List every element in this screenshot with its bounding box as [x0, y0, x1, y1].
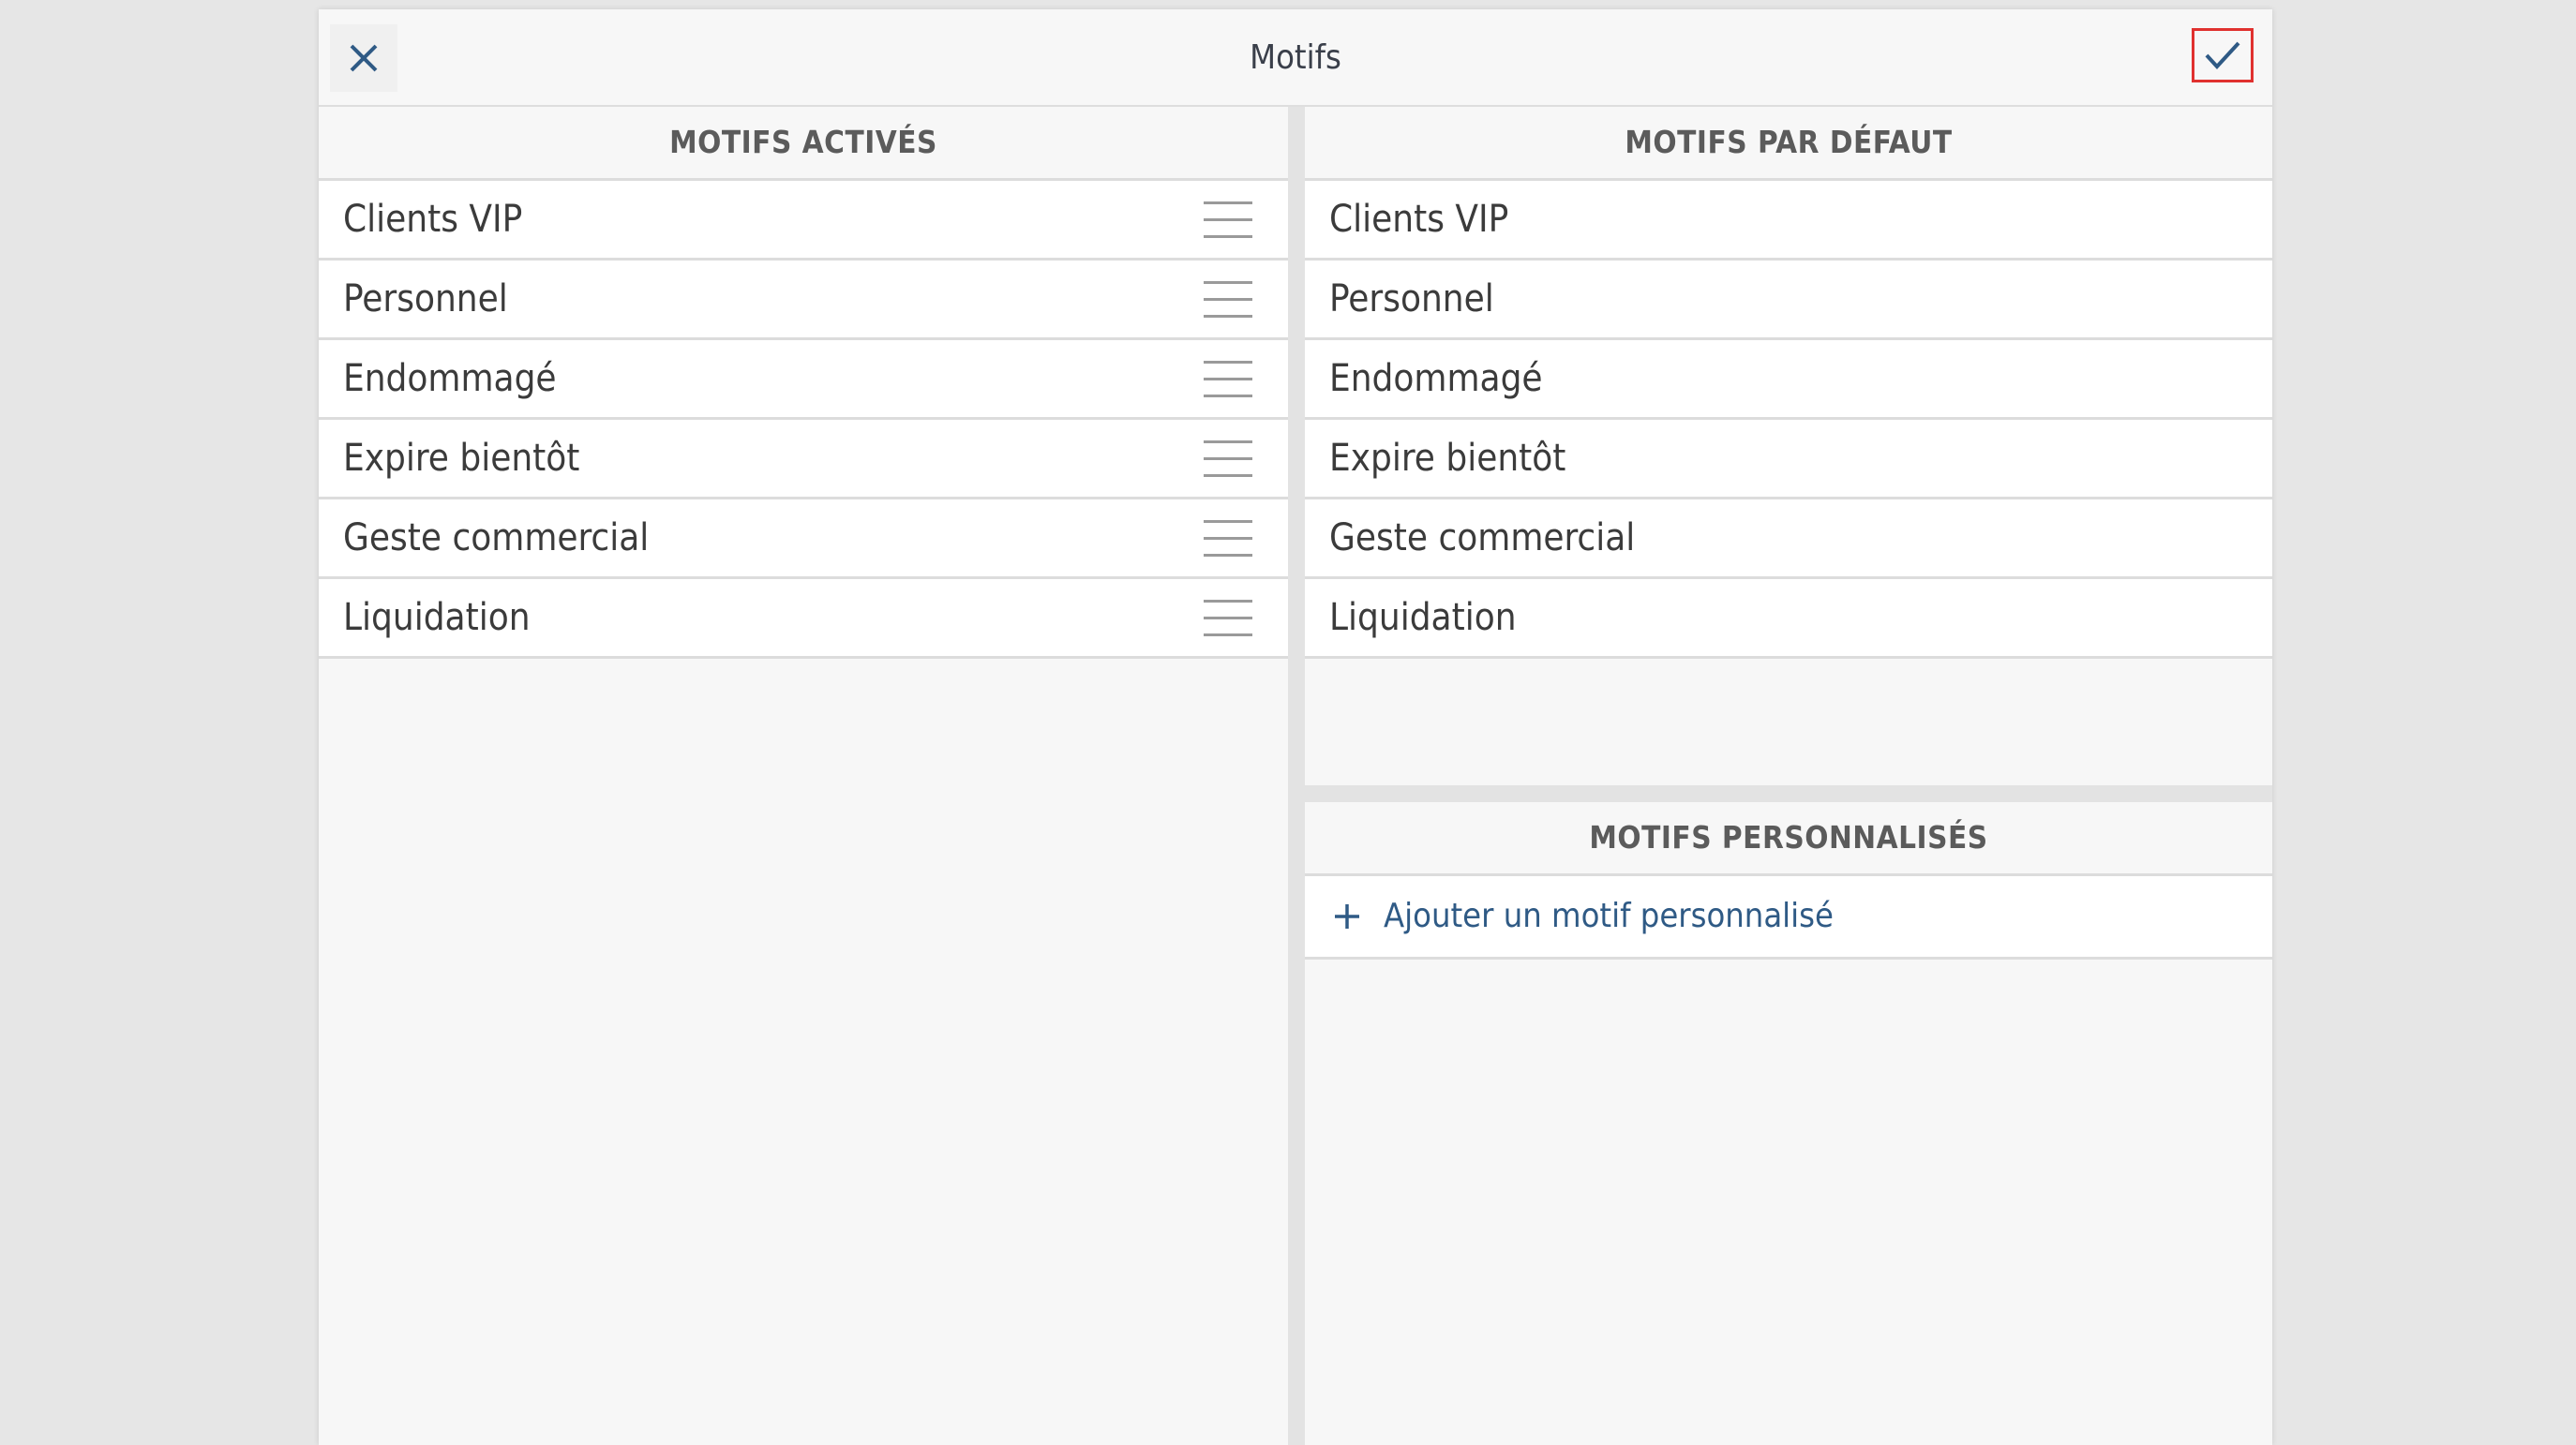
default-motif-row[interactable]: Clients VIP: [1305, 181, 2272, 261]
active-motif-row[interactable]: Endommagé: [319, 340, 1288, 420]
default-motif-row[interactable]: Endommagé: [1305, 340, 2272, 420]
drag-handle-icon[interactable]: [1204, 281, 1252, 319]
dialog-header: Motifs: [319, 9, 2272, 107]
active-motif-label: Endommagé: [343, 357, 557, 400]
drag-handle-icon[interactable]: [1204, 520, 1252, 558]
active-motif-row[interactable]: Liquidation: [319, 579, 1288, 659]
default-motifs-header: MOTIFS PAR DÉFAUT: [1305, 107, 2272, 181]
column-divider: [1288, 107, 1305, 1445]
drag-handle-icon[interactable]: [1204, 600, 1252, 637]
default-motif-label: Geste commercial: [1329, 516, 1636, 559]
active-motif-label: Clients VIP: [343, 198, 523, 241]
active-motifs-header: MOTIFS ACTIVÉS: [319, 107, 1288, 181]
default-motif-row[interactable]: Liquidation: [1305, 579, 2272, 659]
active-motif-label: Expire bientôt: [343, 437, 580, 480]
add-custom-motif-label: Ajouter un motif personnalisé: [1384, 897, 1834, 935]
add-custom-motif-button[interactable]: Ajouter un motif personnalisé: [1305, 876, 2272, 960]
right-panel: MOTIFS PAR DÉFAUT Clients VIP Personnel …: [1305, 107, 2272, 1445]
active-motif-row[interactable]: Clients VIP: [319, 181, 1288, 261]
active-motifs-panel: MOTIFS ACTIVÉS Clients VIP Personnel End…: [319, 107, 1288, 1445]
drag-handle-icon[interactable]: [1204, 361, 1252, 398]
active-motif-row[interactable]: Expire bientôt: [319, 420, 1288, 499]
active-motif-label: Geste commercial: [343, 516, 650, 559]
custom-motifs-section: MOTIFS PERSONNALISÉS Ajouter un motif pe…: [1305, 802, 2272, 960]
motifs-dialog: Motifs MOTIFS ACTIVÉS Clients VIP Person…: [319, 9, 2272, 1445]
default-motifs-section: MOTIFS PAR DÉFAUT Clients VIP Personnel …: [1305, 107, 2272, 785]
checkmark-icon: [2205, 41, 2240, 69]
drag-handle-icon[interactable]: [1204, 201, 1252, 239]
active-motif-label: Personnel: [343, 277, 508, 320]
active-motif-row[interactable]: Geste commercial: [319, 499, 1288, 579]
dialog-title: Motifs: [1250, 38, 1341, 77]
default-motif-label: Personnel: [1329, 277, 1494, 320]
active-motif-row[interactable]: Personnel: [319, 261, 1288, 340]
default-motif-label: Liquidation: [1329, 596, 1517, 639]
active-motif-label: Liquidation: [343, 596, 531, 639]
drag-handle-icon[interactable]: [1204, 440, 1252, 478]
plus-icon: [1335, 904, 1359, 929]
section-separator: [1305, 785, 2272, 802]
default-motif-label: Clients VIP: [1329, 198, 1509, 241]
default-motif-row[interactable]: Personnel: [1305, 261, 2272, 340]
default-motif-label: Endommagé: [1329, 357, 1543, 400]
default-motif-label: Expire bientôt: [1329, 437, 1566, 480]
default-motif-row[interactable]: Geste commercial: [1305, 499, 2272, 579]
default-motif-row[interactable]: Expire bientôt: [1305, 420, 2272, 499]
custom-motifs-header: MOTIFS PERSONNALISÉS: [1305, 802, 2272, 876]
confirm-button[interactable]: [2192, 28, 2254, 82]
